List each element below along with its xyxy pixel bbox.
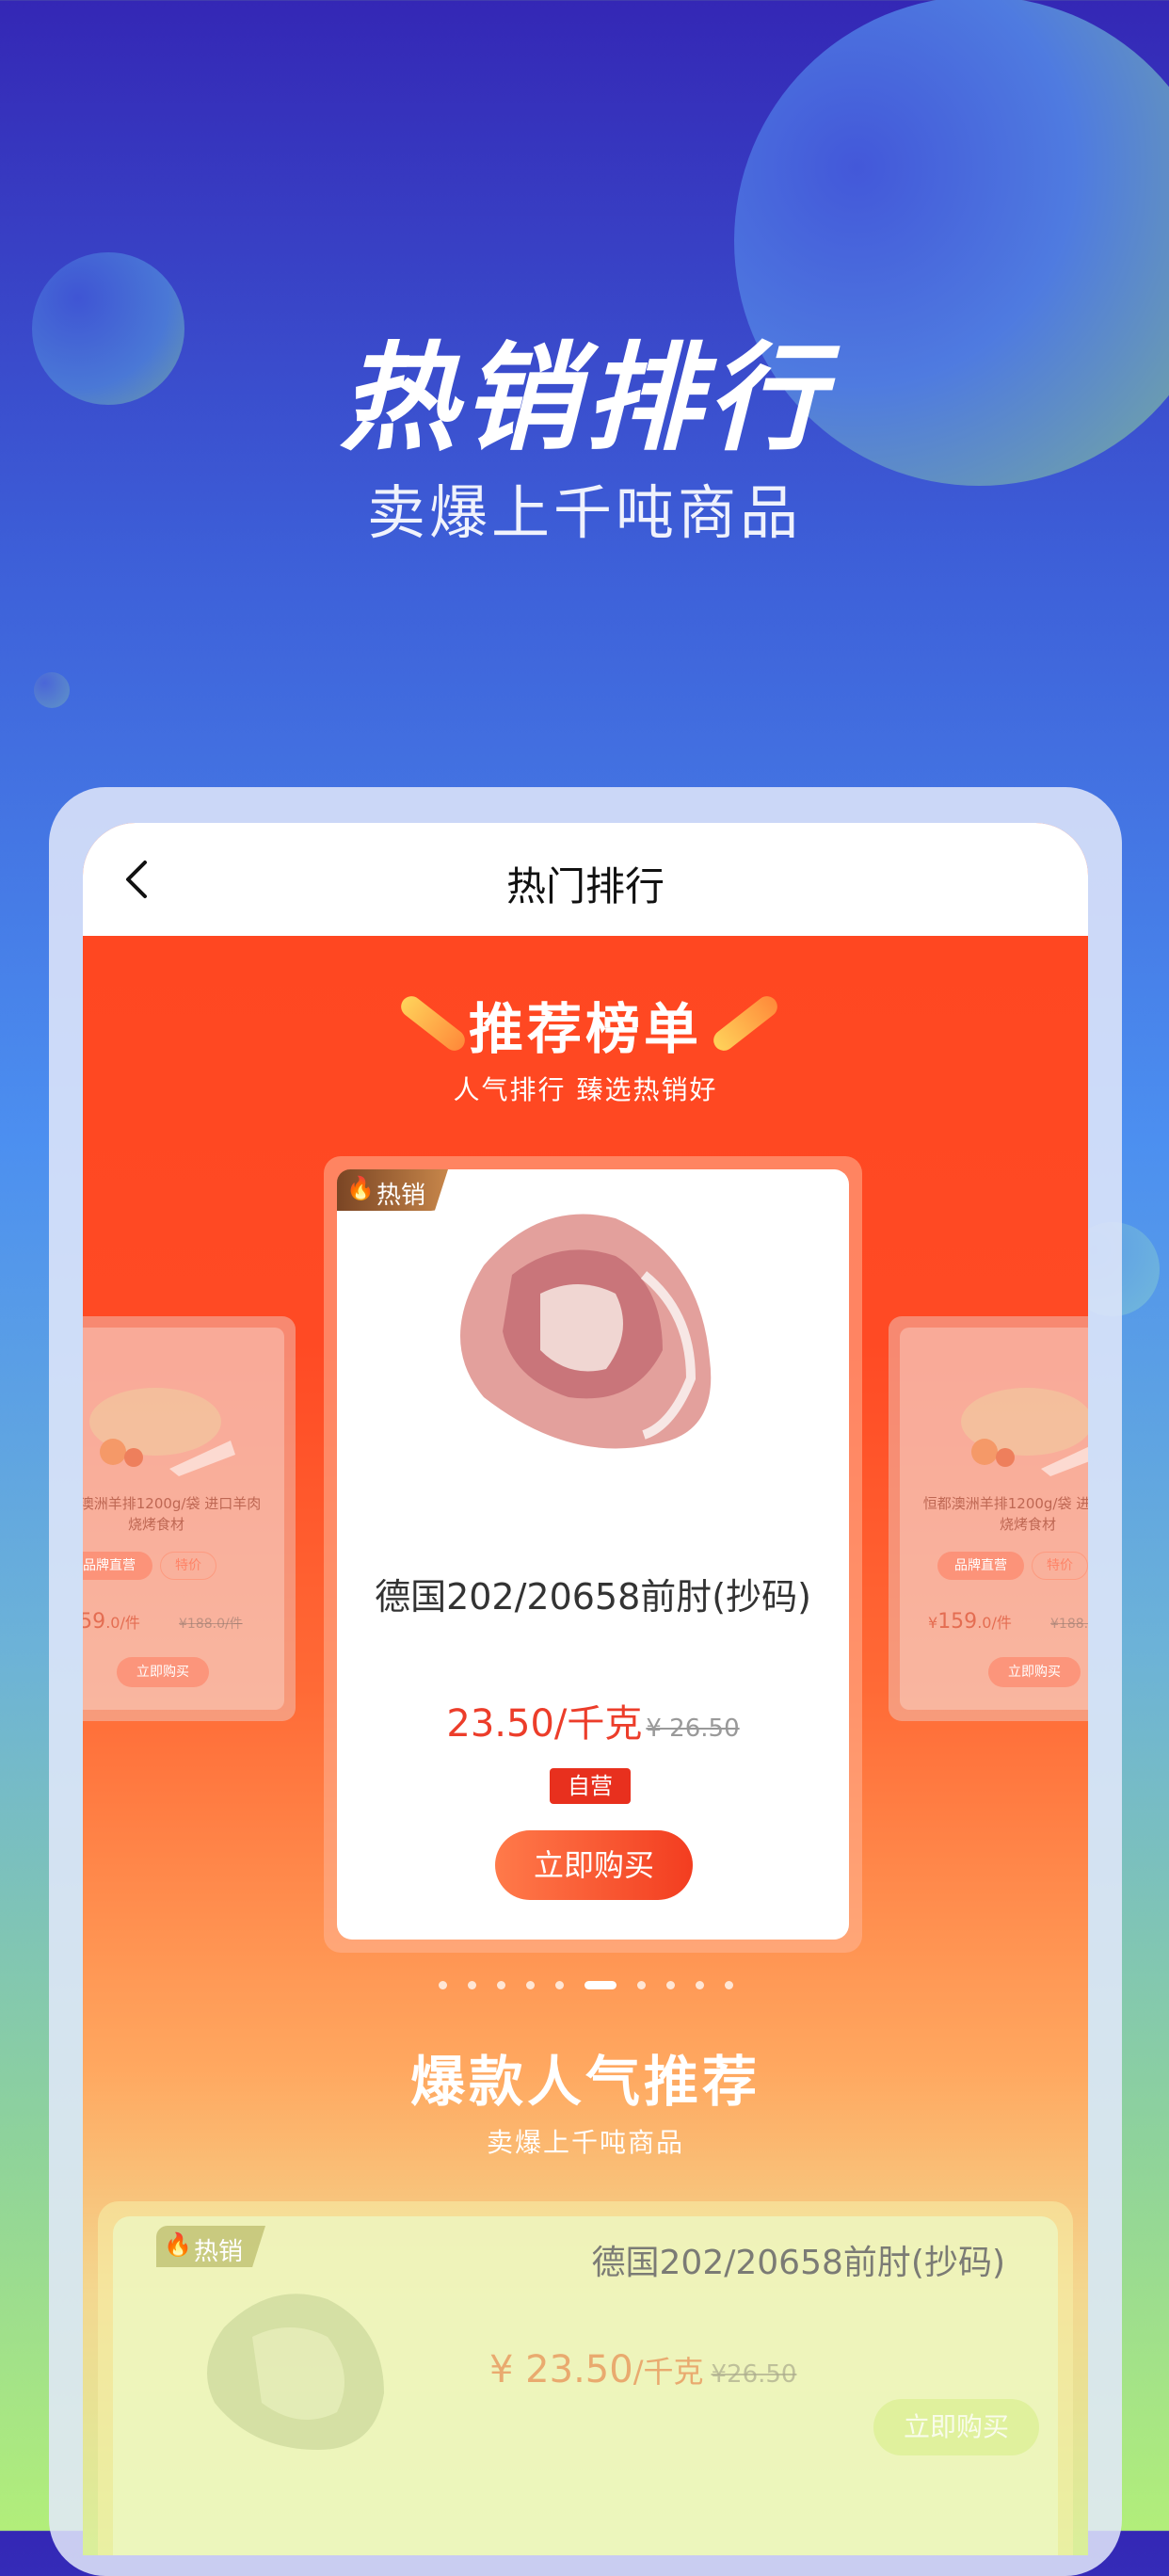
phone-screen: 热门排行 推荐榜单 人气排行 臻选热销好 恒都澳洲羊排1200g/袋 进口羊肉 … <box>83 823 1088 2555</box>
nav-title: 热门排行 <box>505 863 665 910</box>
card-body: 恒都澳洲羊排1200g/袋 进口羊肉 烧烤食材 品牌直营特价 ¥159.0/件 … <box>83 1328 284 1710</box>
product-name: 德国202/20658前肘(抄码) <box>591 2244 1005 2282</box>
product-image <box>207 2294 384 2450</box>
product-price: ¥159.0/件 <box>83 1610 140 1634</box>
carousel-card-next[interactable]: 恒都澳洲羊排1200g/袋 进口羊肉 烧烤食材 品牌直营特价 ¥159.0/件 … <box>889 1316 1088 1721</box>
carousel-indicator <box>83 1975 1088 1993</box>
badge-brand: 品牌直营 <box>937 1552 1024 1580</box>
badge-sale: 特价 <box>1032 1552 1088 1580</box>
recommend-subtitle: 人气排行 臻选热销好 <box>453 1074 718 1105</box>
carousel-dot[interactable] <box>467 1981 476 1989</box>
carousel-dot[interactable] <box>695 1981 704 1989</box>
carousel-dot[interactable] <box>525 1981 535 1989</box>
recommend-title: 推荐榜单 <box>468 997 702 1061</box>
current-price: 23.50/千克 <box>446 1702 643 1746</box>
product-badges: 品牌直营 特价 <box>83 1552 216 1580</box>
buy-button[interactable]: 立即购买 <box>988 1657 1081 1687</box>
product-image <box>89 1388 235 1476</box>
badge-brand: 品牌直营 <box>83 1552 152 1580</box>
hero-title: 热销排行 <box>339 331 829 467</box>
old-price: ¥ 26.50 <box>646 1715 740 1743</box>
price-unit: /千克 <box>633 2354 704 2390</box>
buy-button[interactable]: 立即购买 <box>117 1657 209 1687</box>
product-name: 恒都澳洲羊排1200g/袋 进口羊肉 烧烤食材 <box>83 1495 262 1533</box>
fire-icon: 🔥 <box>346 1175 375 1201</box>
nav-bar: 热门排行 <box>83 823 1088 936</box>
hero-subtitle: 卖爆上千吨商品 <box>366 478 802 547</box>
current-price: ¥ 23.50 <box>489 2348 633 2391</box>
carousel-dot[interactable] <box>496 1981 505 1989</box>
popular-title: 爆款人气推荐 <box>409 2050 761 2114</box>
product-price: 23.50/千克 ¥ 26.50 <box>365 1693 821 1747</box>
carousel-dot[interactable] <box>636 1981 646 1989</box>
carousel-dot[interactable] <box>724 1981 733 1989</box>
product-image <box>961 1388 1088 1476</box>
product-name: 恒都澳洲羊排1200g/袋 进口羊肉 烧烤食材 <box>922 1495 1088 1533</box>
buy-now-button[interactable]: 立即购买 <box>495 1830 693 1900</box>
product-price: ¥159.0/件 <box>928 1610 1012 1634</box>
card-body: 恒都澳洲羊排1200g/袋 进口羊肉 烧烤食材 品牌直营特价 ¥159.0/件 … <box>900 1328 1088 1710</box>
product-name: 德国202/20658前肘(抄码) <box>375 1576 811 1618</box>
fire-icon: 🔥 <box>164 2231 192 2258</box>
badge-sale: 特价 <box>160 1552 216 1580</box>
product-old-price: ¥188.0/件 <box>179 1617 243 1632</box>
self-operated-badge: 自营 <box>550 1768 631 1804</box>
carousel-dot[interactable] <box>438 1981 447 1989</box>
product-badges: 品牌直营 特价 <box>937 1552 1088 1580</box>
popular-subtitle: 卖爆上千吨商品 <box>486 2127 684 2158</box>
carousel-dot[interactable] <box>554 1981 564 1989</box>
product-price: ¥ 23.50/千克 ¥26.50 <box>489 2348 796 2391</box>
old-price: ¥26.50 <box>711 2360 797 2389</box>
buy-now-button[interactable]: 立即购买 <box>873 2399 1039 2455</box>
decor-bubble-small <box>34 672 70 708</box>
product-old-price: ¥188.0/件 <box>1050 1617 1088 1632</box>
carousel-dot[interactable] <box>665 1981 675 1989</box>
carousel-card-prev[interactable]: 恒都澳洲羊排1200g/袋 进口羊肉 烧烤食材 品牌直营特价 ¥159.0/件 … <box>83 1316 296 1721</box>
product-image <box>460 1214 712 1449</box>
carousel-dot-active[interactable] <box>584 1981 617 1989</box>
hot-sale-tag: 🔥 热销 <box>156 2226 265 2267</box>
